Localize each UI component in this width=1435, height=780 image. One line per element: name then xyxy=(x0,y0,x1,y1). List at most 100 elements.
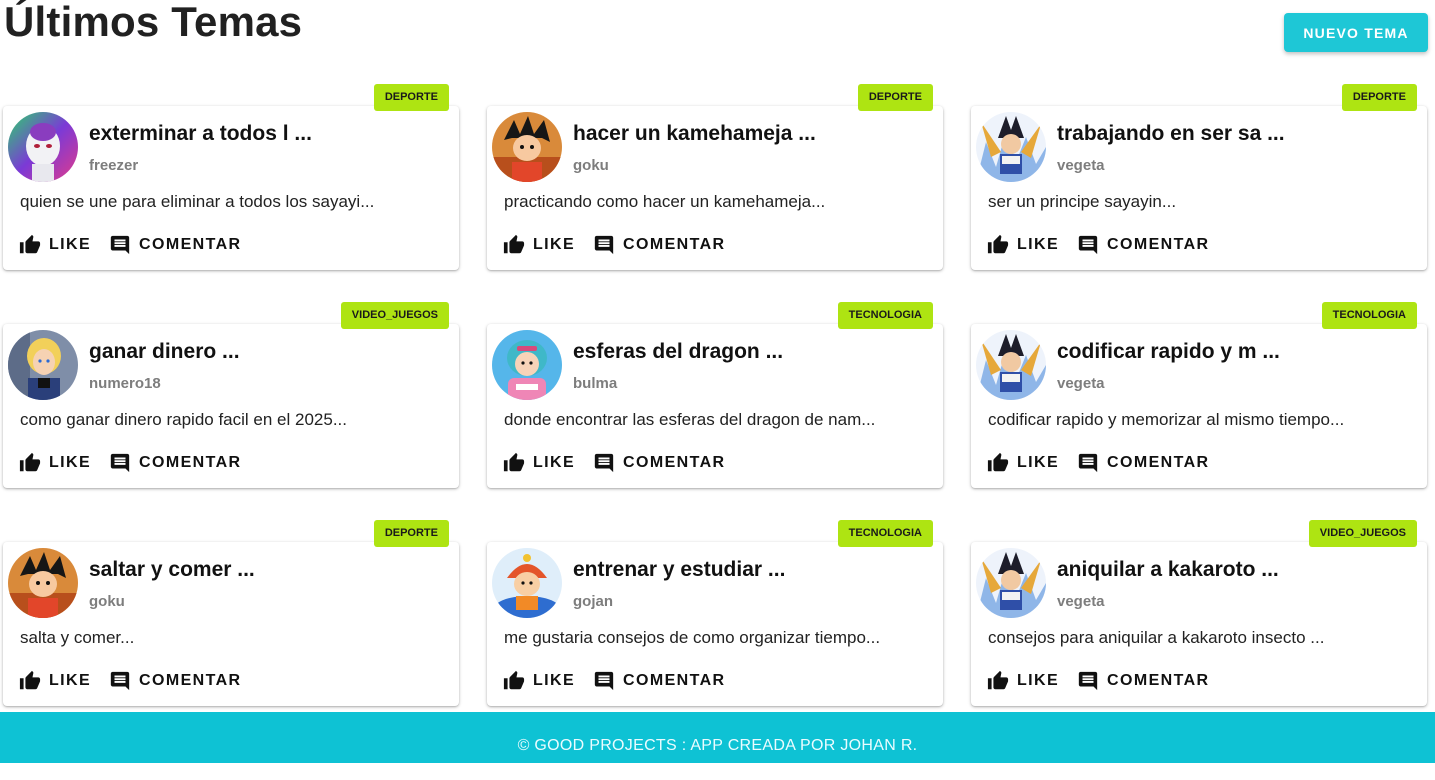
comment-button[interactable]: COMENTAR xyxy=(593,452,725,474)
thumb-up-icon xyxy=(987,670,1009,690)
comment-button[interactable]: COMENTAR xyxy=(109,234,241,256)
topic-card[interactable]: TECNOLOGIA esferas del dragon ... bulma don… xyxy=(487,302,943,488)
comment-icon xyxy=(1078,671,1098,691)
comment-icon xyxy=(110,671,130,691)
comment-button[interactable]: COMENTAR xyxy=(593,234,725,256)
comment-button[interactable]: COMENTAR xyxy=(109,670,241,692)
topic-author: goku xyxy=(89,593,125,610)
comment-label: COMENTAR xyxy=(623,236,726,253)
comment-label: COMENTAR xyxy=(139,236,242,253)
thumb-up-icon xyxy=(503,452,525,472)
avatar xyxy=(492,330,562,400)
topic-author: freezer xyxy=(89,157,139,174)
avatar xyxy=(492,112,562,182)
category-badge: VIDEO_JUEGOS xyxy=(340,302,449,329)
like-label: LIKE xyxy=(533,672,576,689)
topic-description: donde encontrar las esferas del dragon d… xyxy=(504,410,876,429)
topic-card[interactable]: DEPORTE exterminar a todos l ... freezer qu… xyxy=(3,84,459,270)
avatar xyxy=(976,330,1046,400)
comment-icon xyxy=(594,671,614,691)
topic-description: como ganar dinero rapido facil en el 202… xyxy=(20,410,347,429)
comment-label: COMENTAR xyxy=(139,672,242,689)
topic-title[interactable]: exterminar a todos l ... xyxy=(89,122,312,146)
like-label: LIKE xyxy=(533,454,576,471)
avatar xyxy=(976,112,1046,182)
like-label: LIKE xyxy=(49,672,92,689)
topic-description: salta y comer... xyxy=(20,628,135,647)
topic-description: codificar rapido y memorizar al mismo ti… xyxy=(988,410,1345,429)
card-actions: LIKE COMENTAR xyxy=(987,450,1228,476)
topic-card[interactable]: DEPORTE hacer un kamehameja ... goku practi… xyxy=(487,84,943,270)
comment-button[interactable]: COMENTAR xyxy=(1077,234,1209,256)
topic-card[interactable]: VIDEO_JUEGOSganar dinero ... numero18 como… xyxy=(3,302,459,488)
topic-card[interactable]: VIDEO_JUEGOS aniquilar a kakaroto ... vege… xyxy=(971,520,1427,706)
like-button[interactable]: LIKE xyxy=(987,234,1059,256)
topic-card[interactable]: DEPORTE trabajando en ser sa ... vegeta ser… xyxy=(971,84,1427,270)
comment-icon xyxy=(594,453,614,473)
like-button[interactable]: LIKE xyxy=(503,234,575,256)
thumb-up-icon xyxy=(503,670,525,690)
category-badge: TECNOLOGIA xyxy=(837,520,933,547)
card-actions: LIKE COMENTAR xyxy=(503,450,744,476)
topic-title[interactable]: esferas del dragon ... xyxy=(573,340,783,364)
like-button[interactable]: LIKE xyxy=(987,452,1059,474)
category-badge: DEPORTE xyxy=(857,84,933,111)
card-actions: LIKE COMENTAR xyxy=(19,232,260,258)
thumb-up-icon xyxy=(987,452,1009,472)
thumb-up-icon xyxy=(19,670,41,690)
comment-icon xyxy=(110,453,130,473)
avatar xyxy=(8,548,78,618)
card-actions: LIKE COMENTAR xyxy=(987,668,1228,694)
topic-card[interactable]: TECNOLOGIA entrenar y estudiar ... gojan me… xyxy=(487,520,943,706)
like-button[interactable]: LIKE xyxy=(503,452,575,474)
topic-title[interactable]: entrenar y estudiar ... xyxy=(573,558,785,582)
thumb-up-icon xyxy=(19,234,41,254)
topic-title[interactable]: ganar dinero ... xyxy=(89,340,240,364)
topic-title[interactable]: trabajando en ser sa ... xyxy=(1057,122,1285,146)
thumb-up-icon xyxy=(987,234,1009,254)
topic-description: consejos para aniquilar a kakaroto insec… xyxy=(988,628,1325,647)
topic-description: practicando como hacer un kamehameja... xyxy=(504,192,826,211)
like-button[interactable]: LIKE xyxy=(19,452,91,474)
avatar xyxy=(8,330,78,400)
topic-description: ser un principe sayayin... xyxy=(988,192,1177,211)
topic-title[interactable]: hacer un kamehameja ... xyxy=(573,122,816,146)
comment-icon xyxy=(1078,453,1098,473)
comment-label: COMENTAR xyxy=(623,454,726,471)
topic-title[interactable]: saltar y comer ... xyxy=(89,558,255,582)
footer-text: © GOOD PROJECTS : APP CREADA POR JOHAN R… xyxy=(517,737,918,754)
comment-button[interactable]: COMENTAR xyxy=(1077,452,1209,474)
topic-title[interactable]: codificar rapido y m ... xyxy=(1057,340,1280,364)
comment-label: COMENTAR xyxy=(139,454,242,471)
like-button[interactable]: LIKE xyxy=(19,670,91,692)
avatar xyxy=(8,112,78,182)
comment-button[interactable]: COMENTAR xyxy=(1077,670,1209,692)
topic-description: quien se une para eliminar a todos los s… xyxy=(20,192,375,211)
avatar xyxy=(976,548,1046,618)
like-button[interactable]: LIKE xyxy=(19,234,91,256)
topic-author: numero18 xyxy=(89,375,161,392)
like-button[interactable]: LIKE xyxy=(987,670,1059,692)
comment-icon xyxy=(594,235,614,255)
topics-grid: DEPORTE exterminar a todos l ... freezer qu… xyxy=(0,0,1435,712)
topic-title[interactable]: aniquilar a kakaroto ... xyxy=(1057,558,1279,582)
like-label: LIKE xyxy=(1017,672,1060,689)
topic-author: goku xyxy=(573,157,609,174)
card-actions: LIKE COMENTAR xyxy=(503,668,744,694)
comment-button[interactable]: COMENTAR xyxy=(593,670,725,692)
comment-button[interactable]: COMENTAR xyxy=(109,452,241,474)
like-button[interactable]: LIKE xyxy=(503,670,575,692)
category-badge: DEPORTE xyxy=(373,520,449,547)
like-label: LIKE xyxy=(49,454,92,471)
topic-card[interactable]: DEPORTE saltar y comer ... goku salta y com… xyxy=(3,520,459,706)
comment-label: COMENTAR xyxy=(1107,672,1210,689)
category-badge: VIDEO_JUEGOS xyxy=(1308,520,1417,547)
like-label: LIKE xyxy=(1017,454,1060,471)
like-label: LIKE xyxy=(1017,236,1060,253)
topic-author: bulma xyxy=(573,375,618,392)
topic-card[interactable]: TECNOLOGIA codificar rapido y m ... vegeta… xyxy=(971,302,1427,488)
topic-author: vegeta xyxy=(1057,157,1105,174)
category-badge: TECNOLOGIA xyxy=(1321,302,1417,329)
thumb-up-icon xyxy=(19,452,41,472)
card-actions: LIKE COMENTAR xyxy=(503,232,744,258)
